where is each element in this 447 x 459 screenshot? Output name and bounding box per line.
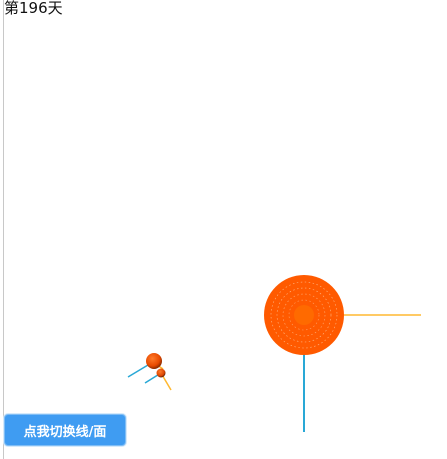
solar-system-canvas[interactable] [0, 0, 447, 459]
toggle-wireframe-button[interactable]: 点我切换线/面 [4, 414, 126, 446]
planet-sphere [146, 353, 162, 369]
moon-sphere [156, 368, 166, 378]
sun-sphere [264, 275, 344, 355]
